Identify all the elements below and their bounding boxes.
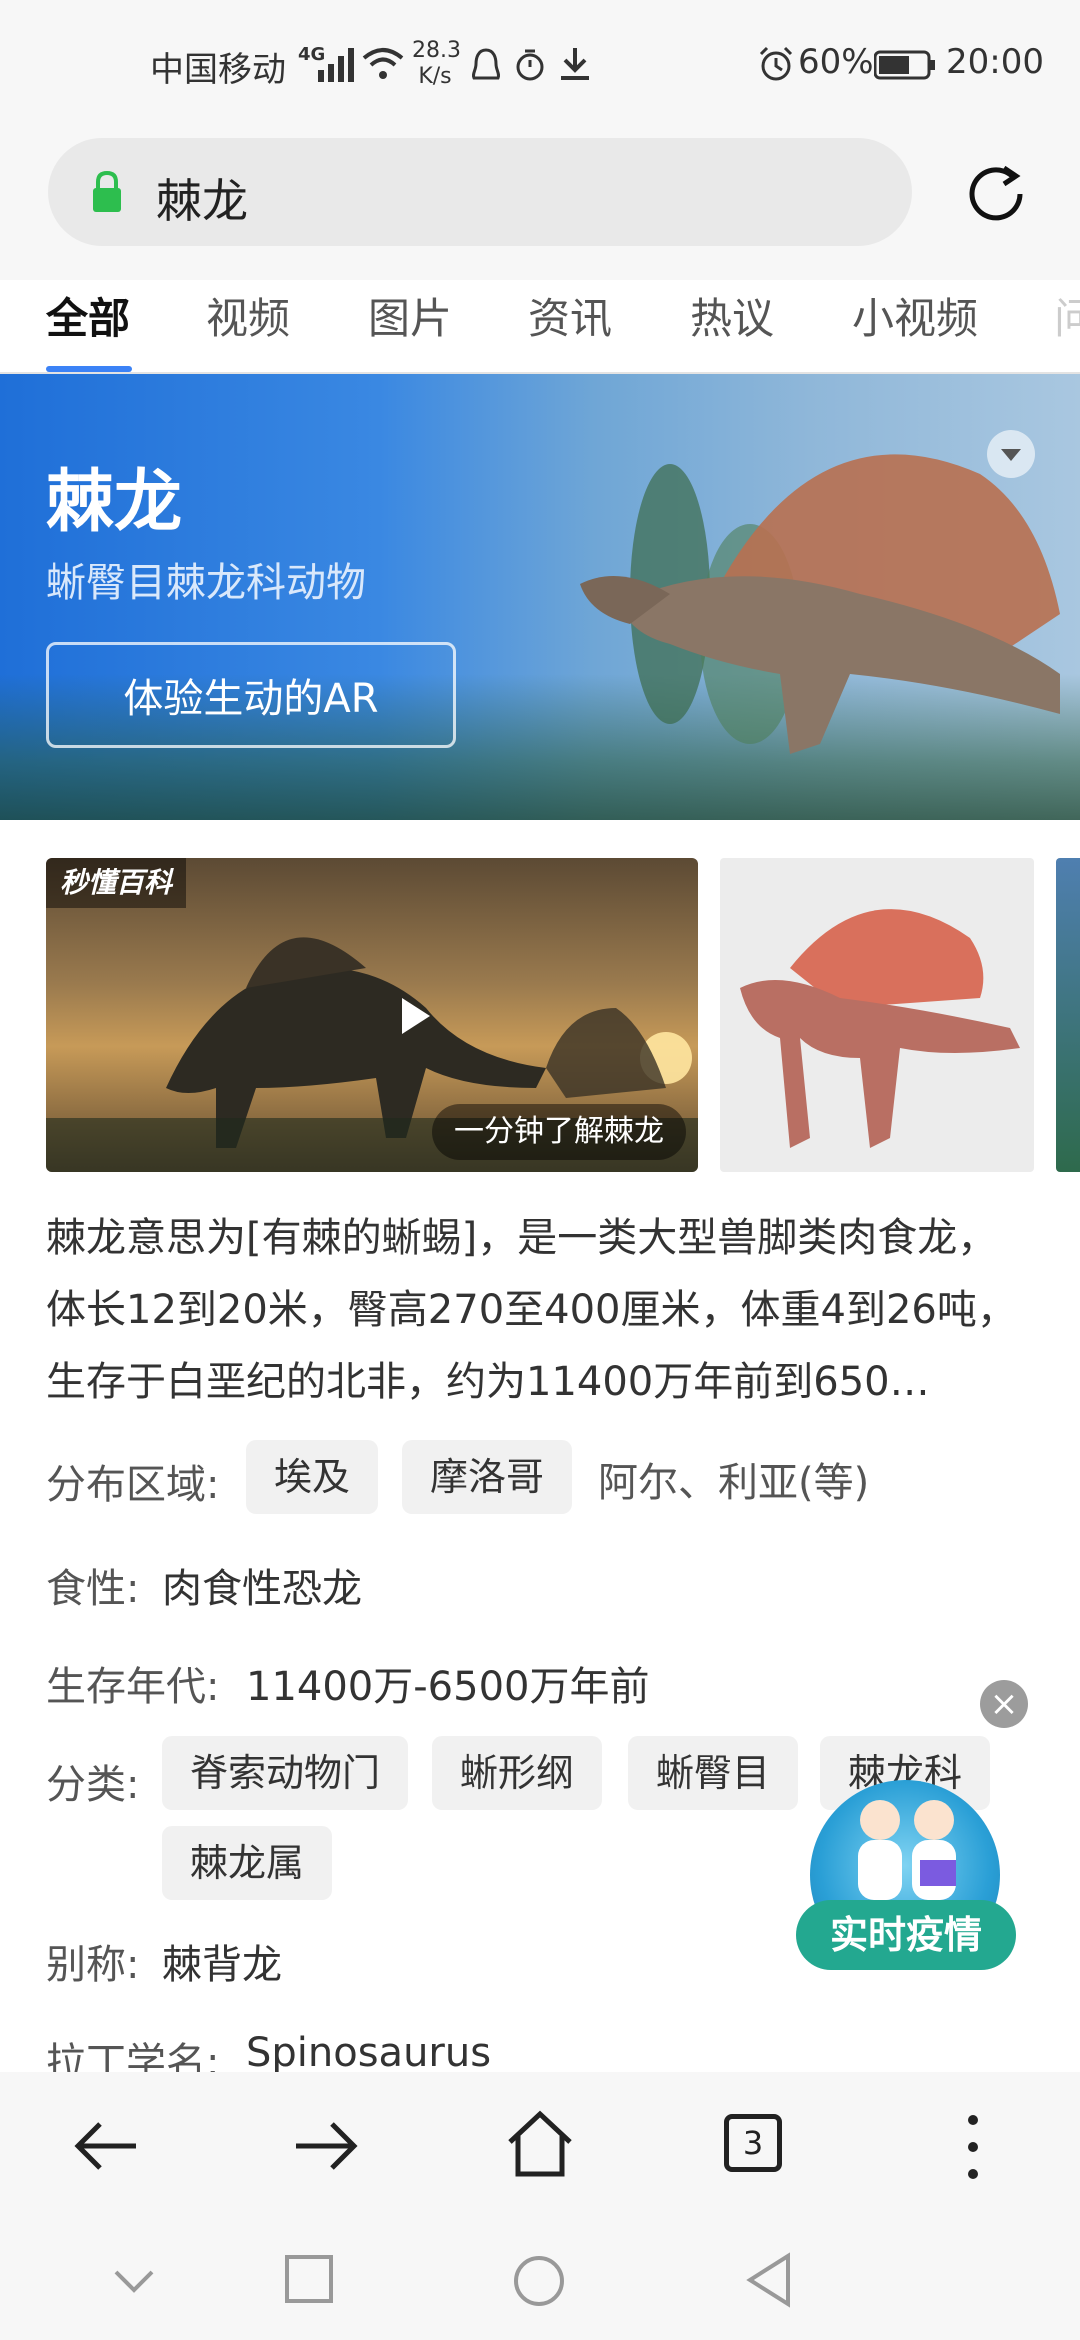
diet-label: 食性: (46, 1566, 140, 1612)
tab-video[interactable]: 视频 (206, 285, 290, 346)
battery-icon (874, 50, 935, 80)
image-thumbnail-partial[interactable] (1056, 858, 1080, 1172)
tab-all[interactable]: 全部 (46, 285, 130, 346)
alias-label: 别称: (46, 1942, 140, 1988)
doctors-icon (858, 1800, 956, 1900)
video-caption: 一分钟了解棘龙 (432, 1104, 686, 1160)
distribution-chip-egypt[interactable]: 埃及 (246, 1440, 379, 1514)
search-query-text[interactable]: 棘龙 (156, 165, 248, 231)
recent-apps-icon[interactable] (284, 2254, 334, 2304)
speed-unit: K/s (418, 64, 452, 89)
classification-chip-class[interactable]: 蜥形纲 (432, 1736, 603, 1810)
signal-icon (318, 48, 354, 82)
collapse-icon[interactable] (987, 430, 1035, 478)
active-tab-indicator (46, 366, 132, 372)
diet-value: 肉食性恐龙 (162, 1566, 362, 1612)
latin-name-value: Spinosaurus (246, 2030, 492, 2076)
spinosaurus-image (740, 909, 1020, 1148)
alarm-icon (759, 46, 793, 81)
timer-icon (516, 49, 544, 81)
speed-value: 28.3 (412, 38, 461, 63)
hero-subtitle: 蜥臀目棘龙科动物 (46, 560, 366, 606)
video-brand-label: 秒懂百科 (46, 858, 187, 908)
tab-qa[interactable]: 问 (1054, 285, 1080, 346)
distribution-more: 阿尔、利亚(等) (598, 1460, 870, 1506)
classification-label: 分类: (46, 1762, 140, 1808)
forward-arrow-icon[interactable] (290, 2116, 360, 2176)
system-navigation-bar (0, 2222, 1080, 2340)
clock-time: 20:00 (946, 42, 1044, 82)
distribution-chip-morocco[interactable]: 摩洛哥 (402, 1440, 573, 1514)
hero-title: 棘龙 (46, 463, 183, 542)
classification-chip-phylum[interactable]: 脊索动物门 (162, 1736, 409, 1810)
hero-banner: 棘龙 蜥臀目棘龙科动物 体验生动的AR (0, 374, 1080, 820)
alias-value: 棘背龙 (162, 1942, 282, 1988)
era-label: 生存年代: (46, 1664, 220, 1710)
refresh-icon[interactable] (958, 156, 1034, 232)
lock-icon (93, 170, 121, 212)
qq-icon (471, 48, 501, 80)
tab-short-video[interactable]: 小视频 (852, 285, 978, 346)
classification-chip-genus[interactable]: 棘龙属 (162, 1826, 333, 1900)
distribution-label: 分布区域: (46, 1462, 220, 1508)
video-thumbnail[interactable]: 秒懂百科 一分钟了解棘龙 (46, 858, 698, 1172)
browser-toolbar: 3 (0, 2072, 1080, 2222)
description-text[interactable]: 棘龙意思为[有棘的蜥蜴]，是一类大型兽脚类肉食龙，体长12到20米，臀高270至… (46, 1202, 1036, 1418)
image-thumbnail[interactable] (720, 858, 1034, 1172)
tab-news[interactable]: 资讯 (528, 285, 612, 346)
play-icon[interactable] (402, 998, 430, 1034)
back-triangle-icon[interactable] (744, 2252, 794, 2308)
carrier-label: 中国移动 (150, 50, 286, 90)
home-circle-icon[interactable] (512, 2254, 566, 2308)
tab-images[interactable]: 图片 (368, 285, 452, 346)
battery-percent: 60% (798, 42, 874, 82)
close-icon[interactable]: × (980, 1680, 1028, 1728)
download-icon (561, 48, 589, 80)
era-value: 11400万-6500万年前 (246, 1664, 650, 1710)
more-icon[interactable] (958, 2112, 988, 2182)
ar-experience-button[interactable]: 体验生动的AR (46, 642, 456, 748)
back-arrow-icon[interactable] (72, 2116, 142, 2176)
classification-chip-order[interactable]: 蜥臀目 (628, 1736, 799, 1810)
tabs-count-button[interactable]: 3 (724, 2114, 782, 2172)
epidemic-widget-label: 实时疫情 (796, 1900, 1016, 1970)
epidemic-widget[interactable]: 实时疫情 (796, 1780, 1016, 1980)
tab-discussions[interactable]: 热议 (690, 285, 774, 346)
home-icon[interactable] (504, 2108, 576, 2180)
chevron-down-icon[interactable] (112, 2266, 156, 2296)
wifi-icon (362, 48, 404, 79)
